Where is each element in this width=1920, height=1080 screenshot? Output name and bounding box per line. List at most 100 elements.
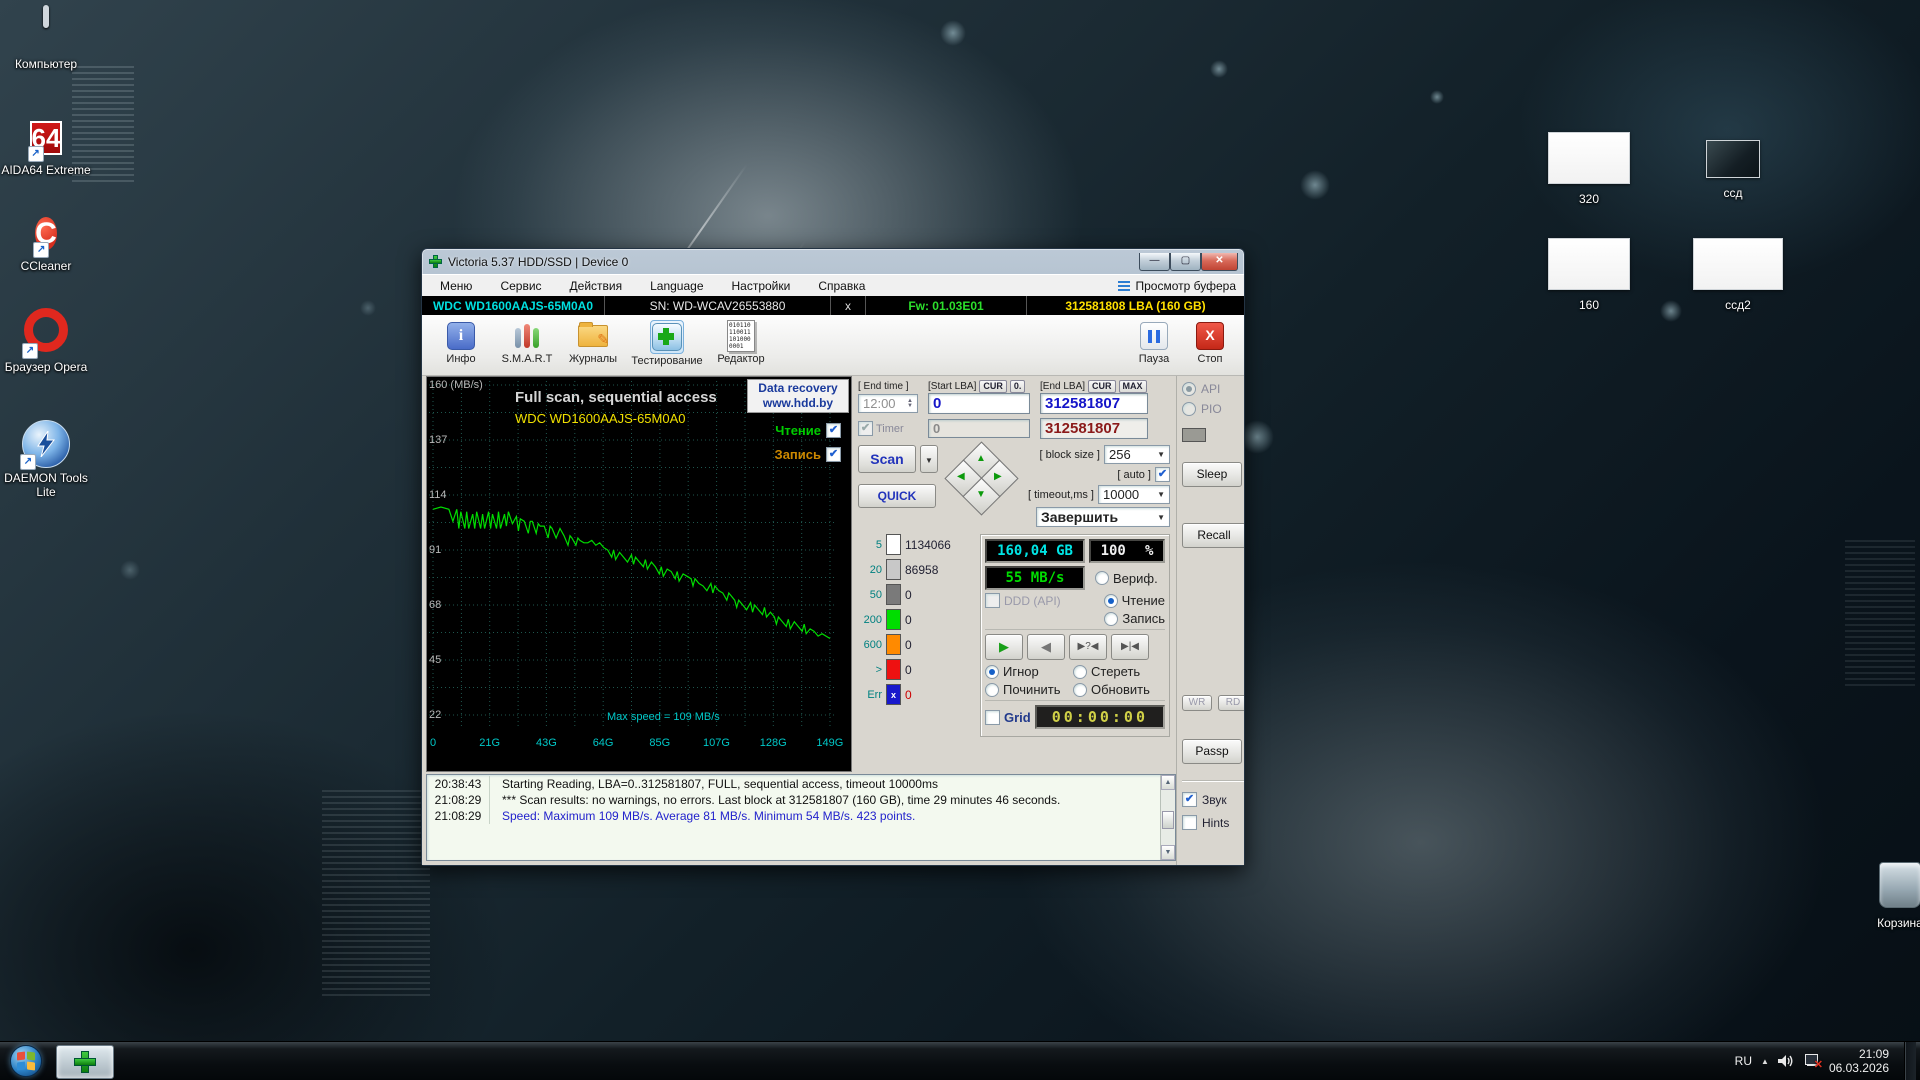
- desktop-icon-daemon-tools[interactable]: ↗ DAEMON Tools Lite: [0, 420, 98, 499]
- timer-display: 00:00:00: [1035, 705, 1165, 729]
- minimize-button[interactable]: —: [1139, 253, 1170, 271]
- stop-button[interactable]: X Стоп: [1182, 318, 1238, 365]
- scan-dropdown-button[interactable]: ▼: [920, 445, 938, 473]
- device-lba: 312581808 LBA (160 GB): [1027, 296, 1244, 315]
- block-size-select[interactable]: 256 ▼: [1104, 445, 1170, 464]
- ignore-radio-row: Игнор: [985, 664, 1069, 679]
- timeout-select[interactable]: 10000 ▼: [1098, 485, 1170, 504]
- start-button[interactable]: [10, 1045, 42, 1077]
- hints-checkbox[interactable]: [1182, 815, 1197, 830]
- watermark-line2: www.hdd.by: [748, 396, 848, 411]
- show-desktop-button[interactable]: [1904, 1042, 1916, 1080]
- desktop-icon-ssd[interactable]: ссд: [1690, 140, 1776, 200]
- end-time-value: 12:00: [863, 396, 896, 411]
- info-button[interactable]: i Инфо: [428, 318, 494, 365]
- spin-down-icon[interactable]: ▼: [907, 404, 913, 409]
- watermark: Data recovery www.hdd.by: [747, 379, 849, 413]
- volume-icon[interactable]: [1778, 1054, 1794, 1068]
- buffer-view-button[interactable]: Просмотр буфера: [1118, 279, 1240, 293]
- victoria-taskbar-icon: [74, 1051, 96, 1073]
- stop-icon: X: [1196, 322, 1224, 350]
- end-time-spinner[interactable]: 12:00 ▲ ▼: [858, 394, 918, 413]
- action-select[interactable]: Завершить ▼: [1036, 507, 1170, 527]
- write-radio[interactable]: [1104, 612, 1118, 626]
- verify-radio[interactable]: [1095, 571, 1109, 585]
- write-checkbox-row: Запись ✔: [775, 447, 841, 462]
- pause-icon: [1140, 322, 1168, 350]
- scan-button[interactable]: Scan: [858, 445, 916, 473]
- grid-checkbox[interactable]: [985, 710, 1000, 725]
- timer-checkbox[interactable]: ✔: [858, 421, 873, 436]
- auto-checkbox[interactable]: ✔: [1155, 467, 1170, 482]
- taskbar-victoria-button[interactable]: [56, 1045, 114, 1079]
- sleep-button[interactable]: Sleep: [1182, 462, 1242, 487]
- start-lba-input[interactable]: 0: [928, 393, 1030, 414]
- quick-button[interactable]: QUICK: [858, 484, 936, 508]
- device-model: WDC WD1600AAJS-65M0A0: [422, 296, 605, 315]
- journals-button[interactable]: ✎ Журналы: [560, 318, 626, 365]
- maximize-button[interactable]: ▢: [1170, 253, 1201, 271]
- end-lba-cur-button[interactable]: CUR: [1088, 380, 1116, 393]
- desktop-icon-recycle-bin[interactable]: Корзина: [1852, 862, 1920, 930]
- passp-button[interactable]: Passp: [1182, 739, 1242, 764]
- ddd-checkbox[interactable]: [985, 593, 1000, 608]
- latency-counters: 5 1134066 20 86958 50 0: [858, 532, 976, 707]
- log-scrollbar[interactable]: ▲ ▼: [1160, 775, 1175, 860]
- start-scan-button[interactable]: ▶: [985, 634, 1023, 660]
- close-button[interactable]: ✕: [1201, 253, 1238, 271]
- seek-question-button[interactable]: ▶?◀: [1069, 634, 1107, 660]
- ignore-radio[interactable]: [985, 665, 999, 679]
- shortcut-arrow-icon: ↗: [28, 146, 44, 162]
- desktop-icon-ccleaner[interactable]: C ↗ CCleaner: [0, 212, 98, 273]
- menu-item-language[interactable]: Language: [636, 279, 717, 293]
- smart-button[interactable]: S.M.A.R.T: [494, 318, 560, 365]
- menu-item-service[interactable]: Сервис: [486, 279, 555, 293]
- clock[interactable]: 21:09 06.03.2026: [1829, 1047, 1895, 1075]
- menu-item-actions[interactable]: Действия: [556, 279, 637, 293]
- rd-button[interactable]: RD: [1218, 695, 1244, 711]
- remap-radio[interactable]: [985, 683, 999, 697]
- speed-display: 55 MB/s: [985, 566, 1085, 590]
- end-lba-max-button[interactable]: MAX: [1119, 380, 1147, 393]
- desktop-icon-ssd2[interactable]: ссд2: [1690, 238, 1786, 312]
- read-checkbox[interactable]: ✔: [826, 423, 841, 438]
- device-close-button[interactable]: x: [831, 296, 866, 315]
- pio-radio[interactable]: [1182, 402, 1196, 416]
- erase-radio[interactable]: [1073, 665, 1087, 679]
- desktop-icon-160[interactable]: 160: [1546, 238, 1632, 312]
- end-lba-input[interactable]: 312581807: [1040, 393, 1148, 414]
- network-icon[interactable]: ✕: [1803, 1054, 1820, 1068]
- scroll-down-icon[interactable]: ▼: [1161, 845, 1175, 860]
- right-panel: API PIO Sleep Recall WR RD Passp: [1176, 376, 1244, 770]
- menu-item-help[interactable]: Справка: [804, 279, 879, 293]
- back-button[interactable]: ◀: [1027, 634, 1065, 660]
- desktop-icon-label: ссд: [1690, 186, 1776, 200]
- testing-button[interactable]: Тестирование: [626, 318, 708, 367]
- desktop-icon-aida64[interactable]: 64 ↗ AIDA64 Extreme: [0, 116, 98, 177]
- scroll-up-icon[interactable]: ▲: [1161, 775, 1175, 790]
- pause-button[interactable]: Пауза: [1126, 318, 1182, 365]
- nav-down-icon: ▼: [976, 489, 986, 500]
- menu-item-menu[interactable]: Меню: [426, 279, 486, 293]
- end-lba-label: [End LBA]: [1040, 381, 1085, 392]
- editor-button[interactable]: 010110 110011 101000 0001 Редактор: [708, 318, 774, 365]
- seek-end-button[interactable]: ▶|◀: [1111, 634, 1149, 660]
- refresh-radio[interactable]: [1073, 683, 1087, 697]
- recall-button[interactable]: Recall: [1182, 523, 1244, 548]
- start-lba-zero-button[interactable]: 0.: [1010, 380, 1026, 393]
- wr-button[interactable]: WR: [1182, 695, 1212, 711]
- desktop-icon-opera[interactable]: ↗ Браузер Opera: [0, 308, 98, 374]
- read-radio[interactable]: [1104, 594, 1118, 608]
- desktop-icon-computer[interactable]: Компьютер: [0, 8, 98, 71]
- tray-expand-icon[interactable]: ▲: [1761, 1057, 1769, 1066]
- start-lba-cur-button[interactable]: CUR: [979, 380, 1007, 393]
- desktop-icon-320[interactable]: 320: [1546, 132, 1632, 206]
- sound-checkbox[interactable]: ✔: [1182, 792, 1197, 807]
- dropdown-icon: ▼: [1157, 490, 1165, 499]
- scrollbar-thumb[interactable]: [1162, 811, 1174, 829]
- language-indicator[interactable]: RU: [1735, 1054, 1752, 1068]
- title-bar[interactable]: Victoria 5.37 HDD/SSD | Device 0 — ▢ ✕: [422, 249, 1244, 274]
- write-checkbox[interactable]: ✔: [826, 447, 841, 462]
- menu-item-settings[interactable]: Настройки: [718, 279, 805, 293]
- api-radio[interactable]: [1182, 382, 1196, 396]
